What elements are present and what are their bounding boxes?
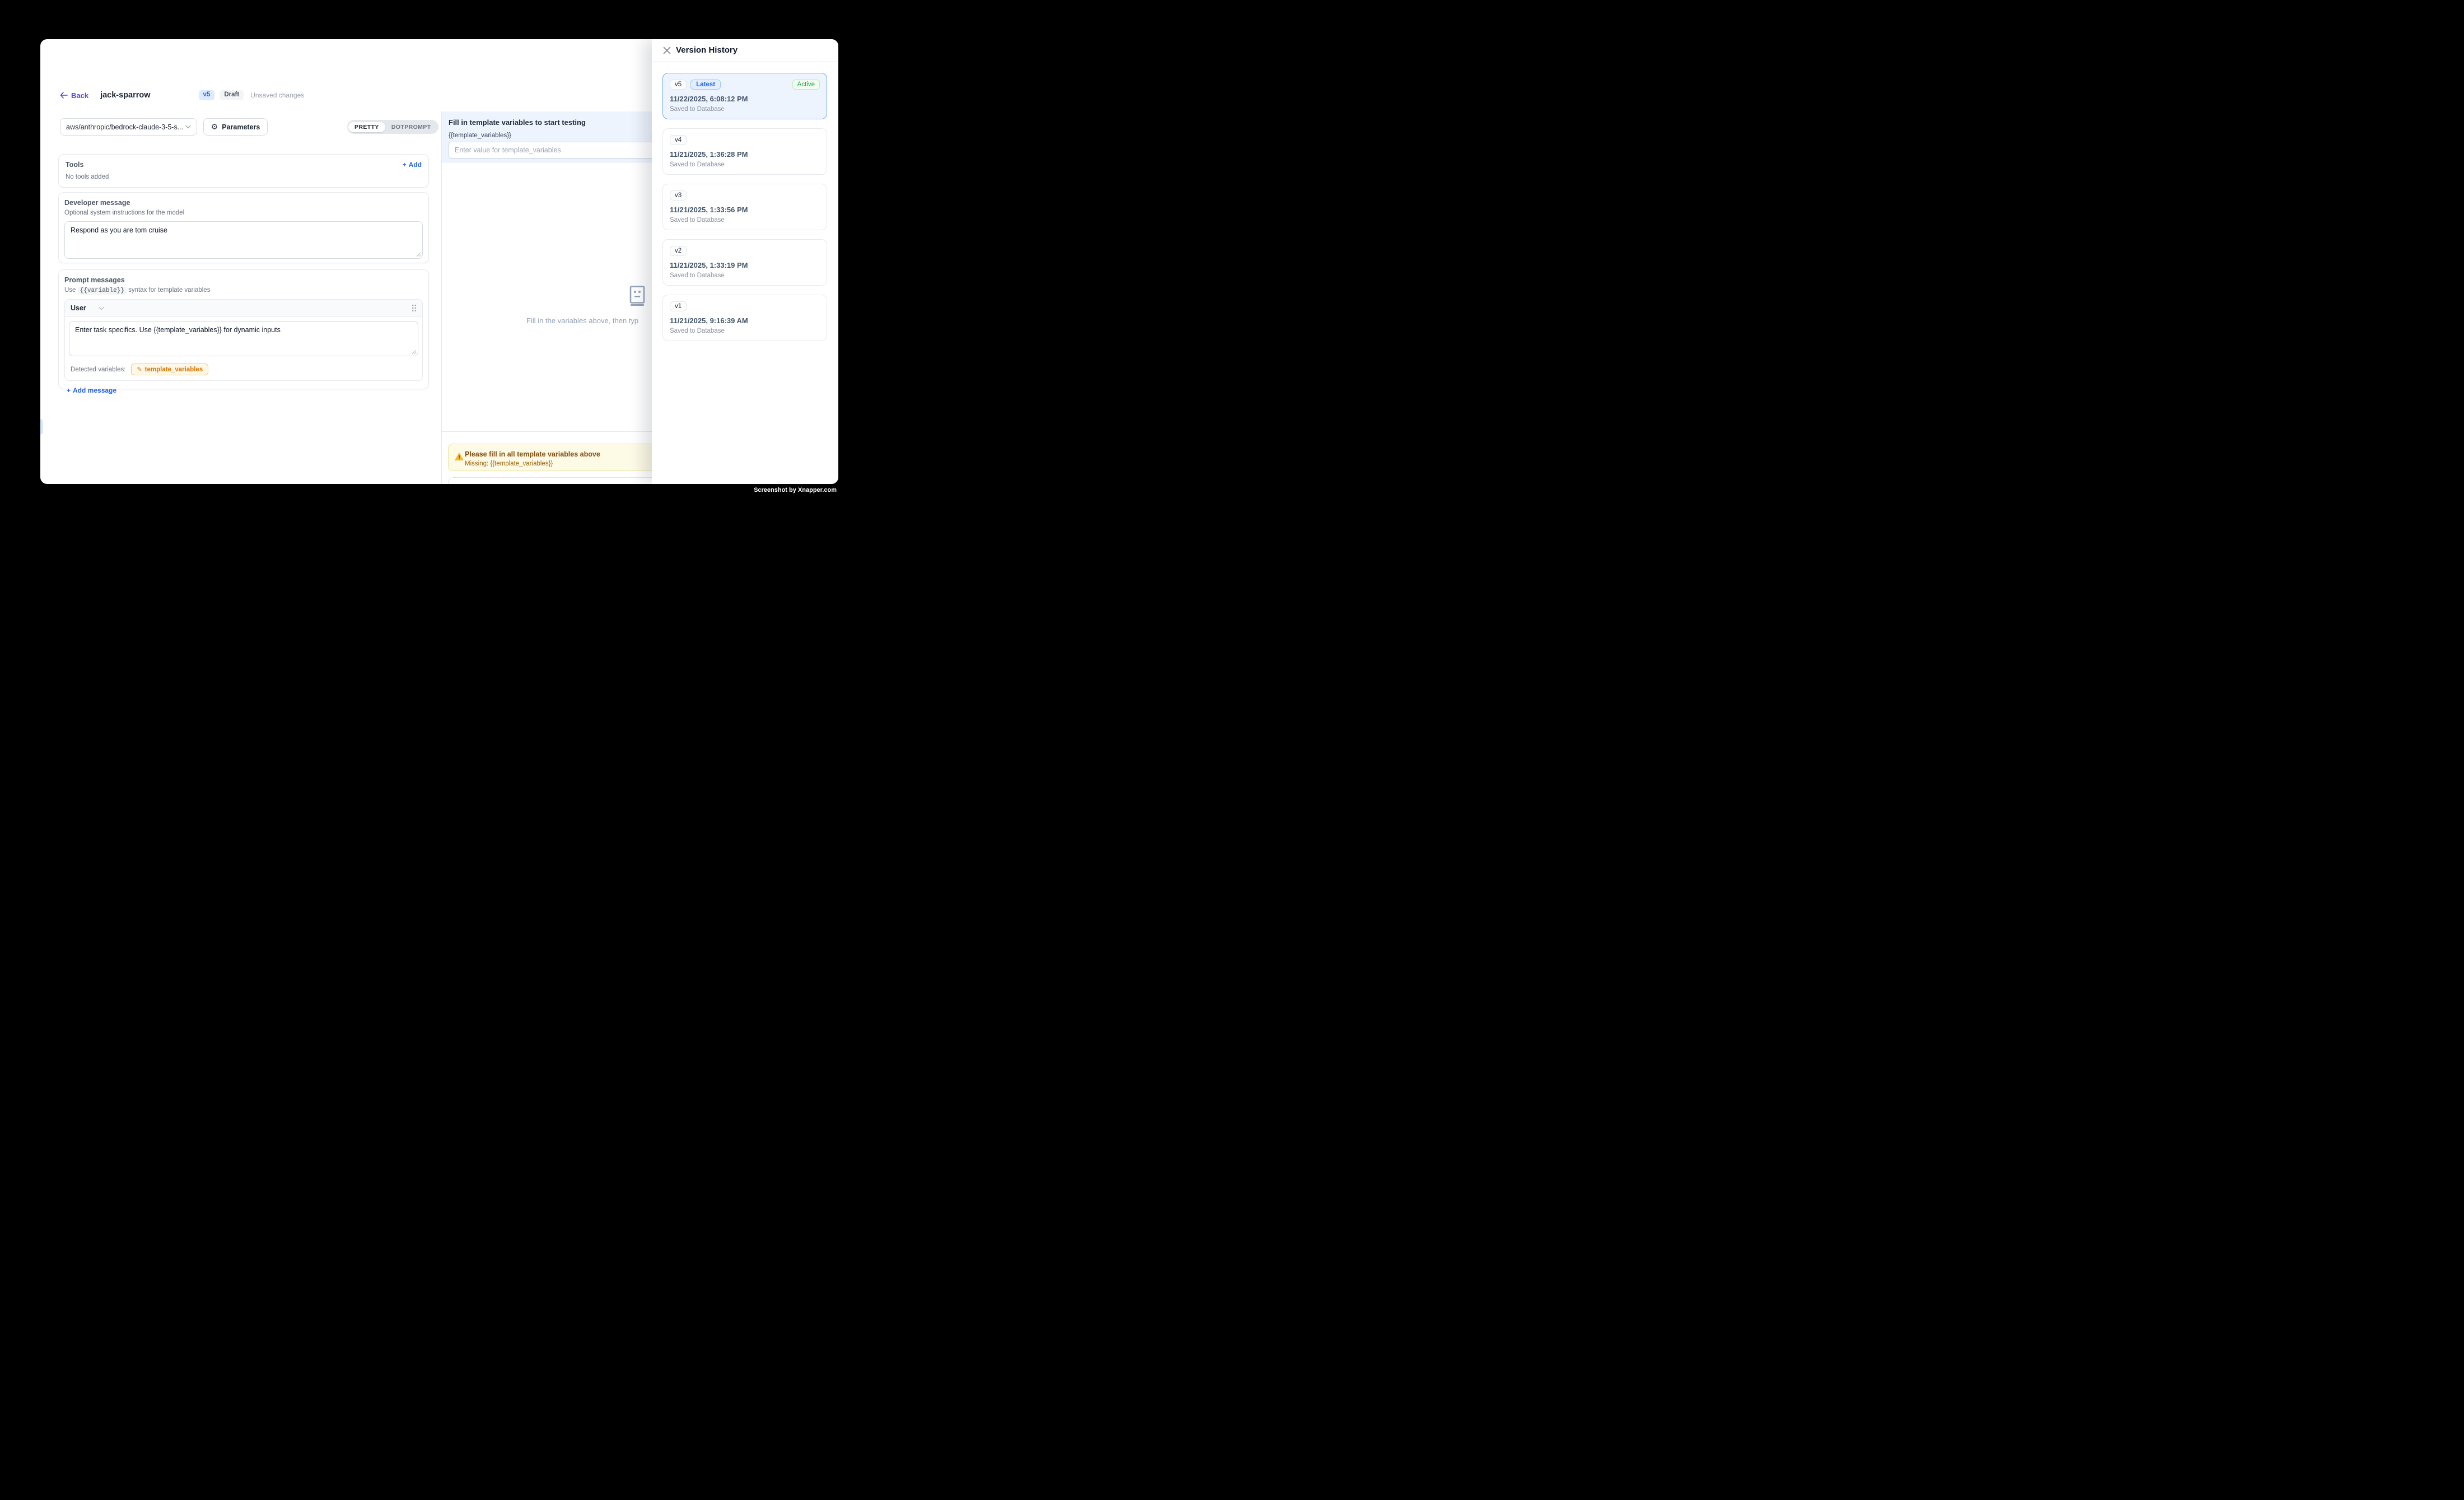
developer-message-wrap: Respond as you are tom cruise <box>64 221 423 259</box>
document-header: Back jack-sparrow v5 Draft Unsaved chang… <box>60 88 304 102</box>
version-badges-row: v4 <box>670 135 820 145</box>
back-label: Back <box>71 91 88 100</box>
version-badges-row: v5 Latest Active <box>670 80 820 90</box>
version-history-panel: Version History v5 Latest Active 11/22/2… <box>652 39 838 484</box>
tools-empty-text: No tools added <box>66 174 422 180</box>
parameters-label: Parameters <box>222 123 260 131</box>
chevron-down-icon <box>99 306 104 310</box>
version-badges-row: v3 <box>670 190 820 201</box>
user-message-textarea[interactable]: Enter task specifics. Use {{template_var… <box>69 321 418 356</box>
developer-message-title: Developer message <box>64 199 423 207</box>
subtitle-suffix: syntax for template variables <box>128 287 210 294</box>
model-selector[interactable]: aws/anthropic/bedrock-claude-3-5-s... <box>60 118 197 136</box>
tools-card-header: Tools +Add <box>66 161 422 169</box>
active-badge: Active <box>792 80 820 90</box>
tools-card: Tools +Add No tools added <box>58 154 429 188</box>
variable-syntax-code: {{variable}} <box>78 287 127 295</box>
unsaved-changes-text: Unsaved changes <box>250 91 304 99</box>
version-badges-row: v1 <box>670 301 820 311</box>
version-history-list: v5 Latest Active 11/22/2025, 6:08:12 PM … <box>652 62 838 341</box>
latest-badge: Latest <box>690 80 721 90</box>
toggle-dotprompt[interactable]: DOTPROMPT <box>385 122 437 132</box>
screenshot-page: Back jack-sparrow v5 Draft Unsaved chang… <box>0 0 874 532</box>
toggle-pretty[interactable]: PRETTY <box>348 122 385 132</box>
role-dropdown[interactable]: User <box>71 304 104 312</box>
warning-triangle-icon <box>455 453 464 461</box>
version-history-header: Version History <box>652 39 838 62</box>
detected-variables-row: Detected variables: ✎ template_variables <box>65 360 422 380</box>
model-selector-value: aws/anthropic/bedrock-claude-3-5-s... <box>66 123 185 131</box>
template-variables-panel-title: Fill in template variables to start test… <box>449 118 586 127</box>
version-tag: v2 <box>670 246 687 256</box>
chevron-down-icon <box>185 125 191 129</box>
role-value: User <box>71 304 86 312</box>
version-timestamp: 11/21/2025, 1:33:56 PM <box>670 206 820 214</box>
pencil-icon: ✎ <box>137 366 142 373</box>
close-button[interactable] <box>663 46 671 54</box>
version-timestamp: 11/22/2025, 6:08:12 PM <box>670 95 820 103</box>
version-history-title: Version History <box>676 45 738 55</box>
version-tag: v4 <box>670 135 687 145</box>
version-badge: v5 <box>199 90 215 100</box>
version-status: Saved to Database <box>670 106 820 113</box>
message-body: Enter task specifics. Use {{template_var… <box>65 317 422 360</box>
template-variable-pill[interactable]: ✎ template_variables <box>131 364 208 375</box>
parameters-button[interactable]: ⚙ Parameters <box>203 118 268 136</box>
plus-icon: + <box>403 161 407 169</box>
version-status: Saved to Database <box>670 272 820 279</box>
add-message-button[interactable]: + Add message <box>67 386 116 394</box>
plus-icon: + <box>67 386 71 394</box>
warning-detail: Missing: {{template_variables}} <box>465 460 553 467</box>
version-badges-row: v2 <box>670 246 820 256</box>
back-button[interactable]: Back <box>60 91 88 100</box>
detected-variables-label: Detected variables: <box>71 366 125 373</box>
app-window: Back jack-sparrow v5 Draft Unsaved chang… <box>40 39 838 484</box>
version-timestamp: 11/21/2025, 9:16:39 AM <box>670 316 820 325</box>
add-tool-label: Add <box>409 161 422 169</box>
version-tag: v1 <box>670 301 687 311</box>
message-textarea-wrap: Enter task specifics. Use {{template_var… <box>69 321 418 356</box>
add-message-label: Add message <box>73 386 116 394</box>
page-title: jack-sparrow <box>100 91 150 100</box>
version-card-v5[interactable]: v5 Latest Active 11/22/2025, 6:08:12 PM … <box>662 73 827 119</box>
subtitle-prefix: Use <box>64 287 76 294</box>
robot-face-icon <box>628 286 646 306</box>
version-card-v4[interactable]: v4 11/21/2025, 1:36:28 PM Saved to Datab… <box>662 128 827 175</box>
version-status: Saved to Database <box>670 161 820 168</box>
prompt-messages-subtitle: Use {{variable}} syntax for template var… <box>64 287 423 294</box>
variable-pill-label: template_variables <box>145 366 203 373</box>
message-role-header: User <box>65 300 422 317</box>
drag-dots-icon <box>412 304 417 312</box>
version-tag: v3 <box>670 190 687 201</box>
prompt-message-block: User Enter task specifics. Use {{templat… <box>64 299 423 381</box>
developer-message-textarea[interactable]: Respond as you are tom cruise <box>64 221 423 259</box>
gear-icon: ⚙ <box>211 123 218 131</box>
watermark-text: Screenshot by Xnapper.com <box>754 487 837 493</box>
version-card-v1[interactable]: v1 11/21/2025, 9:16:39 AM Saved to Datab… <box>662 295 827 341</box>
template-variable-name: {{template_variables}} <box>449 132 511 139</box>
add-tool-button[interactable]: +Add <box>403 161 422 169</box>
empty-state-text: Fill in the variables above, then typ <box>526 316 638 325</box>
developer-message-card: Developer message Optional system instru… <box>58 192 429 263</box>
format-toggle: PRETTY DOTPROMPT <box>347 120 438 134</box>
warning-title: Please fill in all template variables ab… <box>465 450 600 458</box>
drag-handle[interactable] <box>412 304 417 312</box>
back-arrow-icon <box>60 92 68 99</box>
version-timestamp: 11/21/2025, 1:33:19 PM <box>670 261 820 269</box>
version-status: Saved to Database <box>670 328 820 334</box>
prompt-messages-title: Prompt messages <box>64 276 423 284</box>
left-edge-drawer-handle[interactable] <box>40 419 43 435</box>
version-status: Saved to Database <box>670 217 820 223</box>
developer-message-subtitle: Optional system instructions for the mod… <box>64 209 423 216</box>
version-timestamp: 11/21/2025, 1:36:28 PM <box>670 150 820 159</box>
version-card-v2[interactable]: v2 11/21/2025, 1:33:19 PM Saved to Datab… <box>662 239 827 286</box>
tools-title: Tools <box>66 161 83 169</box>
draft-badge: Draft <box>220 90 244 100</box>
column-divider <box>441 111 442 484</box>
version-tag: v5 <box>670 80 687 90</box>
close-icon <box>663 46 671 54</box>
version-card-v3[interactable]: v3 11/21/2025, 1:33:56 PM Saved to Datab… <box>662 184 827 230</box>
prompt-messages-card: Prompt messages Use {{variable}} syntax … <box>58 269 429 389</box>
